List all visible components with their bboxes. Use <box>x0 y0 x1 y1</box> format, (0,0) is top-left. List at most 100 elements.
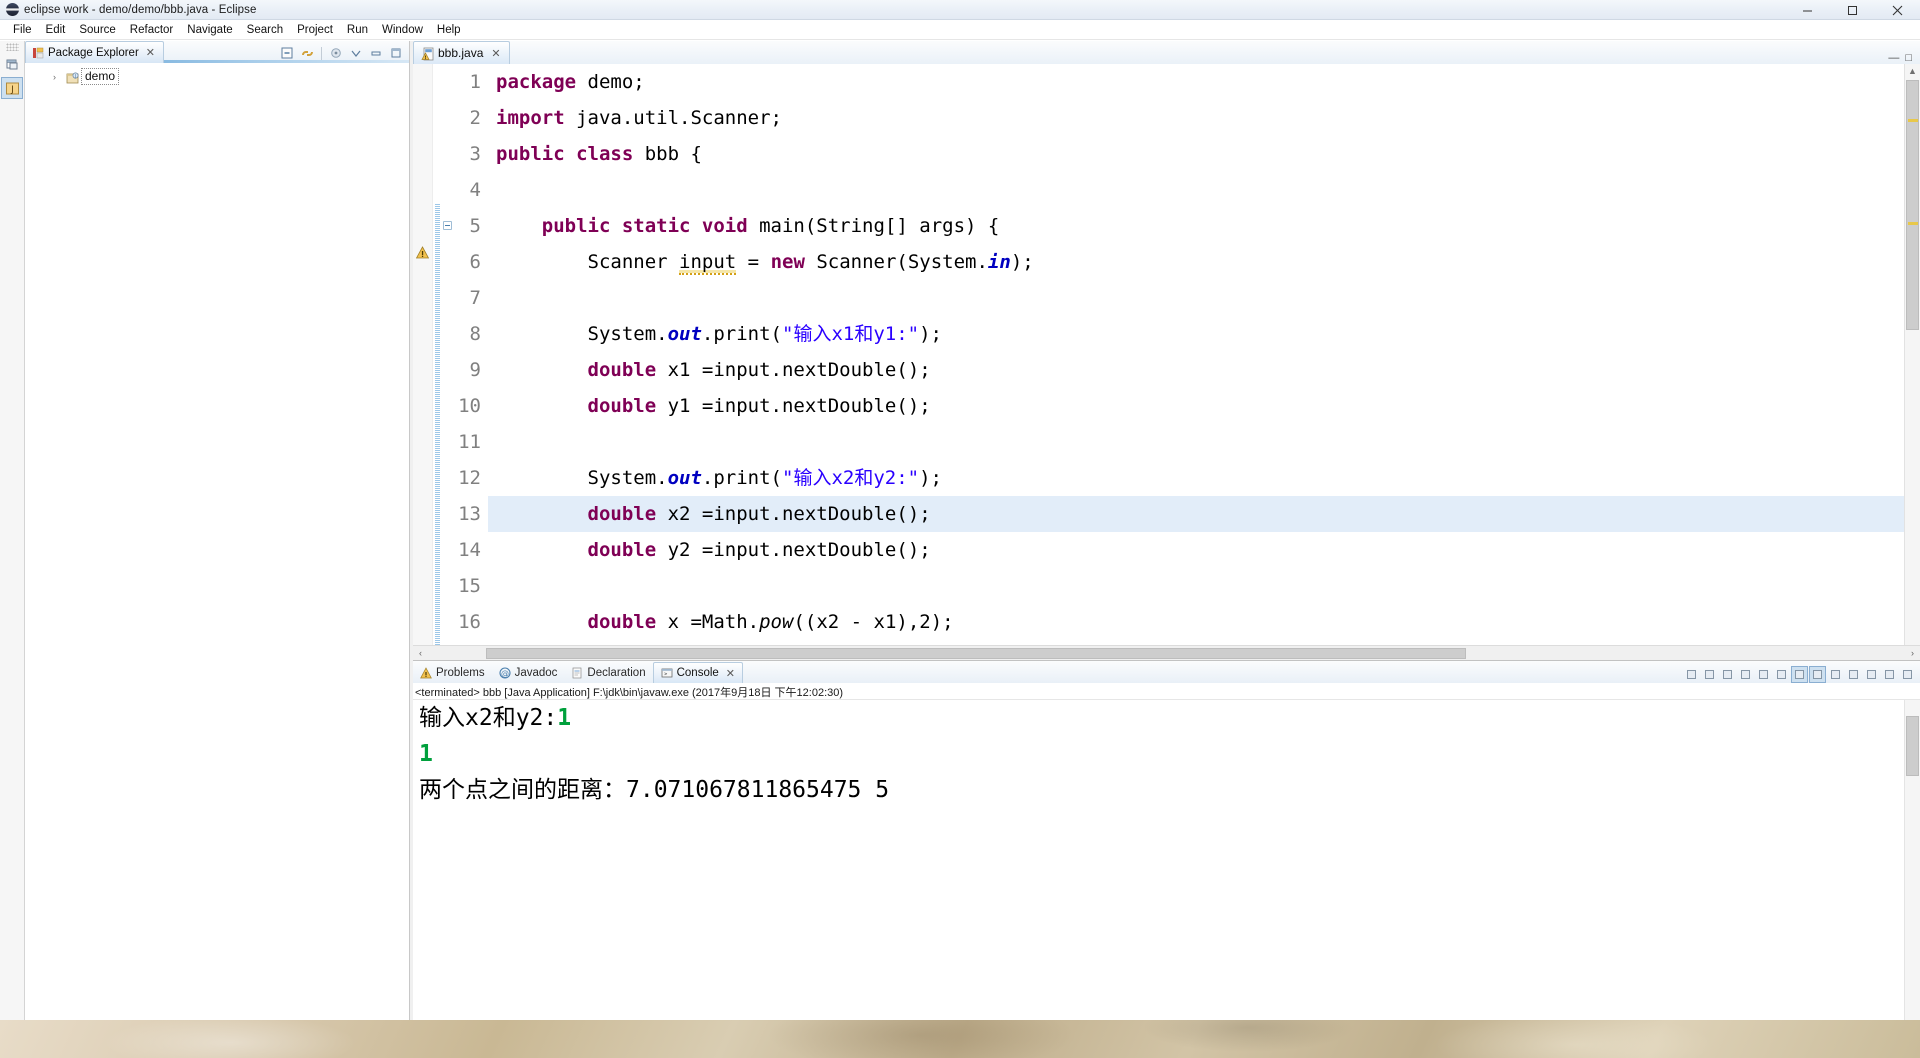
line-number: 8 <box>469 323 481 345</box>
source-text[interactable]: package demo; import java.util.Scanner; pu… <box>488 64 1920 645</box>
line-number: 15 <box>458 575 481 597</box>
code-line[interactable]: System.out.print("输入x1和y1:"); <box>488 316 1920 352</box>
chevron-down-icon[interactable] <box>347 44 365 62</box>
word-wrap-icon[interactable] <box>1773 666 1790 683</box>
console-text-black: 输入x2和y2: <box>419 705 558 731</box>
open-console-icon[interactable] <box>1827 666 1844 683</box>
console-dropdown-icon[interactable] <box>1845 666 1862 683</box>
minimize-editor-icon[interactable]: — <box>1888 52 1899 64</box>
code-line[interactable] <box>488 280 1920 316</box>
token-warnword: input <box>679 251 737 275</box>
line-number: 4 <box>469 179 481 201</box>
code-line[interactable]: double y1 =input.nextDouble(); <box>488 388 1920 424</box>
scroll-lock-icon[interactable] <box>1755 666 1772 683</box>
folding-ruler[interactable] <box>433 64 442 645</box>
token-plain: Scanner <box>496 251 680 273</box>
close-icon[interactable]: ✕ <box>726 667 735 680</box>
collapse-all-icon[interactable] <box>278 44 296 62</box>
close-icon[interactable] <box>1875 0 1920 20</box>
maximize-editor-icon[interactable]: □ <box>1905 52 1912 64</box>
launch-status-line: <terminated> bbb [Java Application] F:\j… <box>413 683 1920 699</box>
code-line[interactable]: import java.util.Scanner; <box>488 100 1920 136</box>
java-perspective-icon[interactable]: J <box>1 77 23 99</box>
menu-source[interactable]: Source <box>72 22 122 38</box>
scroll-right-arrow[interactable]: › <box>1905 648 1920 658</box>
code-line[interactable] <box>488 172 1920 208</box>
menu-file[interactable]: File <box>6 22 39 38</box>
terminate-all-icon[interactable] <box>1683 666 1700 683</box>
code-line[interactable]: double x =Math.pow((x2 - x1),2); <box>488 604 1920 640</box>
console-tab-label: Declaration <box>587 666 646 679</box>
scrollbar-track[interactable] <box>428 646 1905 660</box>
menu-search[interactable]: Search <box>240 22 290 38</box>
code-line[interactable] <box>488 424 1920 460</box>
close-icon[interactable]: ✕ <box>491 47 500 60</box>
tab-bbb-java[interactable]: bbb.java ✕ <box>413 41 510 64</box>
code-line[interactable]: Scanner input = new Scanner(System.in); <box>488 244 1920 280</box>
code-line[interactable] <box>488 568 1920 604</box>
code-line[interactable]: package demo; <box>488 64 1920 100</box>
menu-navigate[interactable]: Navigate <box>180 22 239 38</box>
scroll-left-arrow[interactable]: ‹ <box>413 648 428 658</box>
view-menu-icon[interactable] <box>327 44 345 62</box>
token-mth: pow <box>759 611 794 633</box>
link-with-editor-icon[interactable] <box>298 44 316 62</box>
warning-overview-tick[interactable] <box>1908 119 1918 122</box>
line-number: 2 <box>469 107 481 129</box>
maximize-view-icon[interactable] <box>1899 666 1916 683</box>
code-line[interactable]: double x1 =input.nextDouble(); <box>488 352 1920 388</box>
scrollbar-thumb[interactable] <box>1906 80 1919 330</box>
editor-horizontal-scrollbar[interactable]: ‹ › <box>413 645 1920 660</box>
line-number: 11 <box>458 431 481 453</box>
code-line[interactable]: System.out.print("输入x2和y2:"); <box>488 460 1920 496</box>
token-plain: ); <box>1010 251 1034 273</box>
menu-refactor[interactable]: Refactor <box>123 22 180 38</box>
remove-all-terminated-icon[interactable] <box>1719 666 1736 683</box>
code-line[interactable]: double y =Math.pow((y2 - y1),2); <box>488 640 1920 645</box>
menu-edit[interactable]: Edit <box>39 22 73 38</box>
menu-window[interactable]: Window <box>375 22 430 38</box>
console-output[interactable]: 输入x2和y2:1 1 两个点之间的距离：7.071067811865475 5 <box>413 699 1920 1020</box>
scroll-up-arrow[interactable]: ▲ <box>1905 64 1920 79</box>
clear-console-icon[interactable] <box>1737 666 1754 683</box>
warning-overview-tick[interactable] <box>1908 222 1918 225</box>
code-line[interactable]: public static void main(String[] args) { <box>488 208 1920 244</box>
toolbar-separator <box>321 46 322 60</box>
menu-run[interactable]: Run <box>340 22 375 38</box>
view-menu-icon[interactable] <box>1863 666 1880 683</box>
marker-ruler[interactable] <box>413 64 433 645</box>
maximize-icon[interactable] <box>1830 0 1875 20</box>
fold-collapse-icon[interactable] <box>443 221 452 230</box>
minimize-icon[interactable] <box>1785 0 1830 20</box>
close-icon[interactable]: ✕ <box>146 46 155 59</box>
tab-javadoc[interactable]: @ Javadoc <box>492 662 565 683</box>
menu-help[interactable]: Help <box>430 22 468 38</box>
code-area[interactable]: 1234567891011121314151617 package demo;i… <box>413 64 1920 645</box>
perspective-rail: J <box>0 41 25 1020</box>
code-line[interactable]: double y2 =input.nextDouble(); <box>488 532 1920 568</box>
rail-grip[interactable] <box>5 43 19 51</box>
tab-console[interactable]: > Console ✕ <box>652 662 744 683</box>
tab-problems[interactable]: Problems <box>413 662 492 683</box>
scrollbar-thumb[interactable] <box>486 647 1466 659</box>
code-line[interactable]: public class bbb { <box>488 136 1920 172</box>
menu-project[interactable]: Project <box>290 22 340 38</box>
remove-launch-icon[interactable] <box>1701 666 1718 683</box>
minimize-view-icon[interactable] <box>1881 666 1898 683</box>
tree-item-demo[interactable]: › Jdemo <box>25 67 409 86</box>
expand-arrow-icon[interactable]: › <box>53 72 63 82</box>
minimize-view-icon[interactable] <box>367 44 385 62</box>
restore-perspective-icon[interactable] <box>1 53 23 75</box>
editor-vertical-scrollbar[interactable]: ▲ <box>1904 64 1920 645</box>
console-vertical-scrollbar[interactable] <box>1904 700 1920 1020</box>
maximize-view-icon[interactable] <box>387 44 405 62</box>
tab-declaration[interactable]: Declaration <box>564 662 652 683</box>
warning-marker-icon[interactable] <box>415 246 430 259</box>
tab-package-explorer[interactable]: Package Explorer ✕ <box>25 41 164 63</box>
token-plain: System. <box>496 467 668 489</box>
console-text-black: 两个点之间的距离：7.071067811865475 5 <box>419 777 890 803</box>
scrollbar-thumb[interactable] <box>1906 716 1919 776</box>
code-line[interactable]: double x2 =input.nextDouble(); <box>488 496 1920 532</box>
pin-console-icon[interactable] <box>1791 666 1808 683</box>
display-selected-console-icon[interactable] <box>1809 666 1826 683</box>
